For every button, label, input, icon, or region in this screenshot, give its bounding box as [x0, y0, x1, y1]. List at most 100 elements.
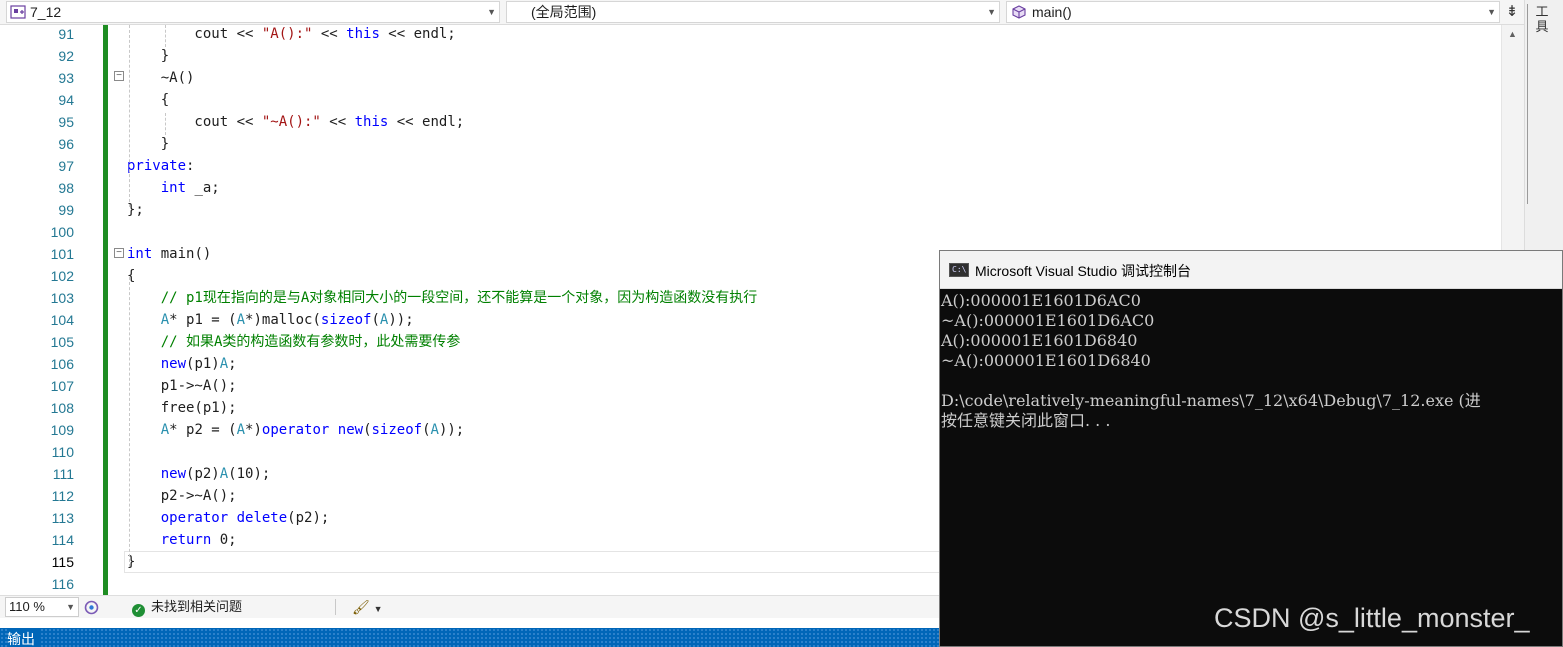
zoom-level: 110 %	[9, 599, 45, 614]
code-token: (p1)	[186, 356, 220, 372]
line-number: 101	[50, 246, 74, 262]
cube-icon	[1012, 5, 1026, 19]
code-token: main()	[152, 246, 212, 262]
code-token: this	[346, 26, 380, 42]
indent-guide	[129, 25, 130, 207]
code-token: 0;	[211, 532, 237, 548]
code-token: (	[371, 312, 380, 328]
scope-dropdown[interactable]: (全局范围) ▼	[506, 1, 1000, 23]
debug-console-window[interactable]: C:\ Microsoft Visual Studio 调试控制台 A():00…	[939, 250, 1563, 647]
line-number: 111	[52, 466, 74, 482]
code-token: << endl;	[388, 114, 465, 130]
line-number: 109	[50, 422, 74, 438]
code-token: A	[236, 422, 246, 438]
issues-indicator[interactable]: ✓ 未找到相关问题	[132, 596, 242, 618]
line-number: 91	[58, 26, 74, 42]
code-line[interactable]: 92 }	[0, 45, 1500, 67]
code-token: A	[219, 466, 229, 482]
project-icon	[10, 5, 26, 19]
console-title-bar[interactable]: C:\ Microsoft Visual Studio 调试控制台	[940, 251, 1562, 289]
code-token: <<	[320, 114, 355, 130]
code-token: A	[236, 312, 246, 328]
code-token: ~A()	[127, 70, 195, 86]
line-number: 104	[50, 312, 74, 328]
line-number: 95	[58, 114, 74, 130]
scroll-up-icon[interactable]: ▲	[1508, 29, 1517, 39]
code-token: * p1 = (	[169, 312, 237, 328]
split-window-icon[interactable]: ⇟	[1502, 2, 1522, 22]
code-token: return	[160, 532, 212, 548]
line-number: 99	[58, 202, 74, 218]
code-token: cout <<	[127, 26, 262, 42]
project-dropdown[interactable]: 7_12 ▼	[6, 1, 500, 23]
code-text: // p1现在指向的是与A对象相同大小的一段空间，还不能算是一个对象，因为构造函…	[127, 287, 758, 309]
console-line: A():000001E1601D6840	[941, 331, 1138, 350]
code-token: ;	[228, 356, 237, 372]
line-number: 92	[58, 48, 74, 64]
function-dropdown[interactable]: main() ▼	[1006, 1, 1500, 23]
code-token: operator	[160, 510, 229, 526]
code-token: A	[160, 422, 170, 438]
chevron-down-icon: ▼	[373, 604, 383, 614]
code-text: ~A()	[127, 67, 195, 89]
chevron-down-icon: ▼	[987, 7, 996, 17]
watermark: CSDN @s_little_monster_	[1214, 603, 1530, 633]
code-line[interactable]: 96 }	[0, 133, 1500, 155]
line-number: 94	[58, 92, 74, 108]
copilot-icon[interactable]	[84, 600, 99, 615]
console-line: D:\code\relatively-meaningful-names\7_12…	[941, 391, 1481, 410]
code-line[interactable]: 97 private:	[0, 155, 1500, 177]
code-token: int	[127, 246, 153, 262]
code-token: }	[127, 48, 170, 64]
line-number: 97	[58, 158, 74, 174]
code-token: *)	[245, 422, 262, 438]
code-token: p2->~A();	[127, 488, 237, 504]
code-line[interactable]: 95 cout << "~A():" << this << endl;	[0, 111, 1500, 133]
code-token: (	[363, 422, 372, 438]
zoom-dropdown[interactable]: 110 % ▼	[5, 597, 79, 617]
fold-toggle-destructor[interactable]: −	[114, 71, 124, 81]
code-token: (p2)	[186, 466, 220, 482]
code-token: p1->~A();	[127, 378, 237, 394]
line-number: 114	[51, 532, 74, 548]
code-text: new(p1)A;	[127, 353, 237, 375]
chevron-down-icon: ▼	[487, 7, 496, 17]
brush-icon[interactable]: 🖌 ▼	[352, 596, 383, 620]
code-line[interactable]: 93 ~A()	[0, 67, 1500, 89]
fold-toggle-main[interactable]: −	[114, 248, 124, 258]
code-text: }	[127, 45, 169, 67]
chevron-down-icon: ▼	[66, 602, 75, 612]
line-number: 105	[50, 334, 74, 350]
code-text: new(p2)A(10);	[127, 463, 271, 485]
code-text: A* p2 = (A*)operator new(sizeof(A));	[127, 419, 465, 441]
code-line[interactable]: 94 {	[0, 89, 1500, 111]
console-line: 按任意键关闭此窗口. . .	[941, 411, 1111, 430]
line-number: 116	[51, 576, 74, 592]
console-title: Microsoft Visual Studio 调试控制台	[975, 263, 1192, 279]
check-circle-icon: ✓	[132, 604, 145, 617]
chevron-down-icon: ▼	[1487, 7, 1496, 17]
code-token: cout <<	[127, 114, 262, 130]
code-line[interactable]: 99};	[0, 199, 1500, 221]
code-token: (10);	[228, 466, 271, 482]
code-text: p2->~A();	[127, 485, 237, 507]
issues-text: 未找到相关问题	[151, 599, 243, 614]
line-number: 108	[50, 400, 74, 416]
line-number: 102	[50, 268, 74, 284]
code-text: {	[127, 89, 169, 111]
code-line[interactable]: 91 cout << "A():" << this << endl;	[0, 25, 1500, 45]
toolbox-tab[interactable]: 工具	[1531, 4, 1553, 34]
code-text: cout << "~A():" << this << endl;	[127, 111, 464, 133]
code-line[interactable]: 98 int _a;	[0, 177, 1500, 199]
console-line: ~A():000001E1601D6840	[941, 351, 1151, 370]
code-token: {	[127, 92, 170, 108]
code-token: delete	[236, 510, 288, 526]
code-line[interactable]: 100	[0, 221, 1500, 243]
navigation-bar: 7_12 ▼ (全局范围) ▼ main() ▼ ⇟	[0, 0, 1524, 25]
code-text: p1->~A();	[127, 375, 237, 397]
